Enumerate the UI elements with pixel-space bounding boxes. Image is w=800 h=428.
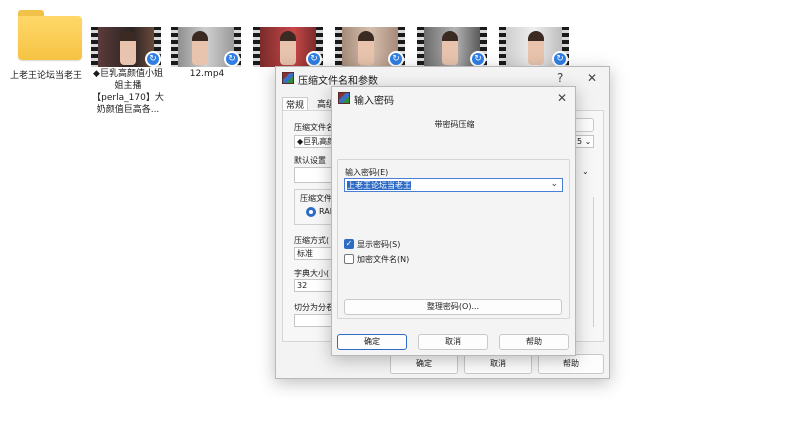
password-input[interactable]: 上老王论坛当老王 ⌄ (344, 178, 563, 192)
cancel-button[interactable]: 取消 (418, 334, 488, 350)
cancel-button[interactable]: 取消 (464, 354, 532, 374)
sync-icon: ↻ (145, 51, 161, 67)
password-dialog: 输入密码 ✕ 带密码压缩 输入密码(E) 上老王论坛当老王 ⌄ ✓ 显示密码(S… (331, 86, 576, 356)
password-label: 输入密码(E) (345, 168, 389, 177)
chevron-down-icon[interactable]: ⌄ (550, 179, 558, 190)
password-value: 上老王论坛当老王 (347, 181, 411, 190)
options-group-fragment (576, 197, 594, 327)
sync-icon: ↻ (388, 51, 404, 67)
video-label: 12.mp4 (189, 69, 225, 79)
organize-passwords-button[interactable]: 整理密码(O)... (344, 299, 562, 315)
sync-icon: ↻ (470, 51, 486, 67)
split-label: 切分为分卷 (294, 303, 334, 312)
dialog-heading: 带密码压缩 (434, 120, 475, 129)
video-item[interactable]: ↻ (416, 0, 492, 70)
video-label: ◆巨乳高颜值小姐姐主播【perla_170】大奶颜值巨高各... (92, 69, 164, 115)
video-item[interactable]: ↻ 12.mp4 (170, 0, 246, 84)
profiles-field[interactable] (294, 167, 334, 183)
sync-icon: ↻ (306, 51, 322, 67)
method-label: 压缩方式( (294, 236, 330, 245)
archive-name-field[interactable]: ◆巨乳高颜 (294, 135, 334, 148)
help-button[interactable]: 帮助 (499, 334, 569, 350)
video-item[interactable]: ↻ ◆巨乳高颜值小姐姐主播【perla_170】大奶颜值巨高各... (88, 0, 168, 118)
help-button[interactable]: 帮助 (538, 354, 604, 374)
folder-label: 上老王论坛当老王 (10, 71, 83, 81)
ok-button[interactable]: 确定 (337, 334, 407, 350)
tab-general[interactable]: 常规 (282, 97, 309, 111)
help-icon[interactable]: ? (557, 71, 563, 85)
video-item[interactable]: ↻ (334, 0, 410, 70)
dialog-title: 压缩文件名和参数 (298, 76, 378, 87)
sync-icon: ↻ (552, 51, 568, 67)
sync-icon: ↻ (224, 51, 240, 67)
close-icon[interactable]: ✕ (587, 71, 597, 85)
default-settings-label: 默认设置 (294, 156, 326, 165)
split-field[interactable] (294, 314, 334, 327)
folder-item[interactable]: 上老王论坛当老王 (6, 4, 84, 100)
rar-radio[interactable] (306, 207, 316, 217)
winrar-icon (282, 72, 294, 84)
archive-name-label: 压缩文件名 (294, 123, 334, 132)
dict-label: 字典大小( (294, 269, 330, 278)
encrypt-names-label: 加密文件名(N) (357, 255, 410, 264)
titlebar: 输入密码 ✕ (332, 87, 575, 109)
folder-icon (18, 10, 82, 60)
browse-button-fragment[interactable] (574, 118, 594, 132)
update-mode-select-fragment[interactable]: 5 ⌄ (574, 135, 594, 148)
video-item[interactable]: ↻ (498, 0, 574, 70)
ok-button[interactable]: 确定 (390, 354, 458, 374)
close-icon[interactable]: ✕ (557, 91, 567, 105)
method-select[interactable]: 标准 (294, 247, 334, 260)
video-item[interactable]: ↻ (252, 0, 328, 70)
encrypt-names-checkbox[interactable] (344, 254, 354, 264)
show-password-label: 显示密码(S) (357, 240, 401, 249)
chevron-down-icon[interactable]: ⌄ (582, 167, 589, 176)
winrar-icon (338, 92, 350, 104)
show-password-checkbox[interactable]: ✓ (344, 239, 354, 249)
dialog-title: 输入密码 (354, 96, 394, 107)
dict-select[interactable]: 32 (294, 279, 334, 292)
